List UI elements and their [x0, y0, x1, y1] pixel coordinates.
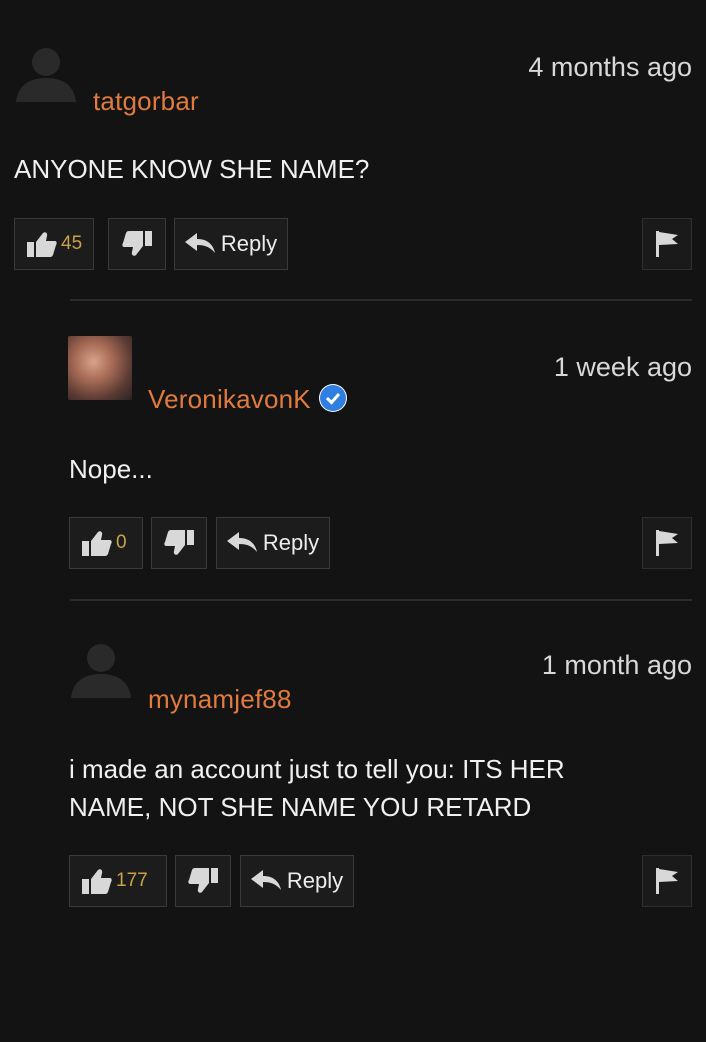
flag-icon	[656, 231, 678, 257]
flag-button[interactable]	[642, 218, 692, 270]
flag-icon	[656, 868, 678, 894]
comment-text: ANYONE KNOW SHE NAME?	[14, 154, 370, 184]
like-button[interactable]: 45	[14, 218, 94, 270]
default-avatar-icon[interactable]	[69, 638, 131, 698]
comment-text-line-1: i made an account just to tell you: ITS …	[69, 754, 565, 784]
thumbs-up-icon	[82, 869, 112, 894]
flag-button[interactable]	[642, 855, 692, 907]
reply-button[interactable]: Reply	[240, 855, 354, 907]
reply-arrow-icon	[184, 233, 215, 253]
reply-label: Reply	[286, 868, 344, 893]
like-count: 177	[116, 870, 148, 891]
comment-username[interactable]: VeronikavonK	[148, 384, 347, 415]
thumbs-up-icon	[27, 232, 57, 257]
username-text: VeronikavonK	[148, 384, 311, 414]
reply-arrow-icon	[226, 532, 257, 552]
reply-arrow-icon	[250, 870, 281, 890]
comment-timestamp: 1 week ago	[553, 352, 692, 382]
profile-photo-avatar[interactable]	[68, 336, 132, 400]
comment-2: VeronikavonK 1 week ago Nope... 0 Reply	[55, 300, 706, 601]
comment-3: mynamjef88 1 month ago i made an account…	[55, 600, 706, 920]
thumbs-down-icon	[122, 231, 152, 256]
comment-timestamp: 4 months ago	[528, 52, 692, 82]
thumbs-up-icon	[82, 531, 112, 556]
comment-username[interactable]: tatgorbar	[93, 86, 199, 117]
thumbs-down-icon	[164, 530, 194, 555]
like-count: 45	[61, 233, 83, 254]
default-avatar-icon[interactable]	[14, 42, 76, 102]
dislike-button[interactable]	[108, 218, 166, 270]
comment-timestamp: 1 month ago	[541, 650, 692, 680]
flag-button[interactable]	[642, 517, 692, 569]
comment-actions: 45 Reply	[14, 218, 692, 272]
comment-1: tatgorbar 4 months ago ANYONE KNOW SHE N…	[0, 0, 706, 301]
thumbs-down-icon	[188, 868, 218, 893]
dislike-button[interactable]	[151, 517, 207, 569]
like-count: 0	[116, 532, 127, 553]
like-button[interactable]: 177	[69, 855, 167, 907]
comment-username[interactable]: mynamjef88	[148, 684, 292, 715]
reply-label: Reply	[220, 231, 278, 256]
flag-icon	[656, 530, 678, 556]
reply-button[interactable]: Reply	[174, 218, 288, 270]
comment-actions: 0 Reply	[69, 517, 692, 571]
reply-button[interactable]: Reply	[216, 517, 330, 569]
reply-label: Reply	[262, 530, 320, 555]
comment-text: Nope...	[69, 454, 153, 484]
verified-badge-icon	[318, 384, 347, 413]
dislike-button[interactable]	[175, 855, 231, 907]
comment-text-line-2: NAME, NOT SHE NAME YOU RETARD	[69, 792, 532, 822]
comment-actions: 177 Reply	[69, 855, 692, 909]
like-button[interactable]: 0	[69, 517, 143, 569]
